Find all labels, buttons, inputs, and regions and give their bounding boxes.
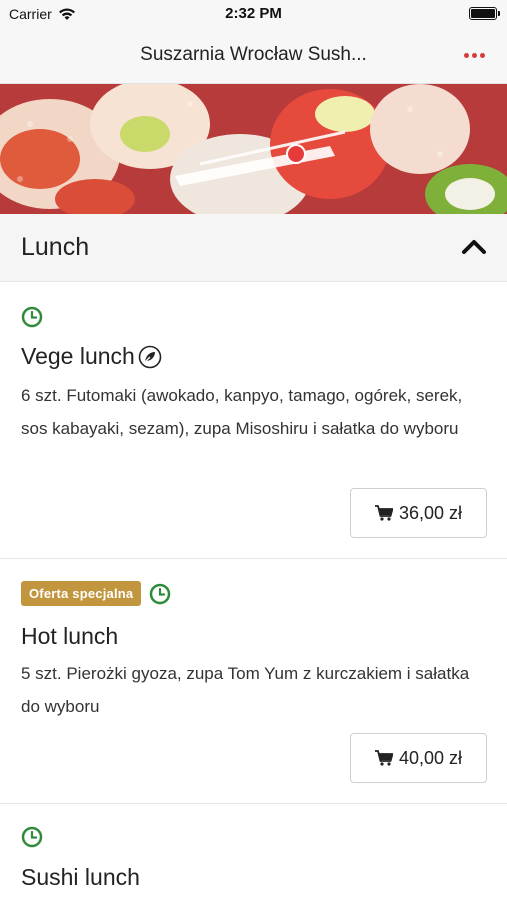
menu-item-description: 6 szt. Futomaki (awokado, kanpyo, tamago… bbox=[21, 386, 463, 438]
cart-icon bbox=[374, 505, 393, 521]
cart-icon bbox=[374, 750, 393, 766]
section-header-lunch[interactable]: Lunch bbox=[0, 214, 507, 282]
page-title: Suszarnia Wrocław Sush... bbox=[140, 44, 367, 65]
add-to-cart-button[interactable]: 40,00 zł bbox=[350, 733, 487, 783]
chevron-up-icon[interactable] bbox=[461, 236, 487, 256]
clock-icon bbox=[21, 306, 43, 328]
clock-icon bbox=[150, 583, 171, 604]
clock-icon bbox=[21, 826, 43, 848]
special-offer-badge: Oferta specjalna bbox=[21, 581, 142, 606]
menu-item[interactable]: Sushi lunch bbox=[0, 804, 507, 900]
menu-item-name: Hot lunch bbox=[21, 623, 118, 650]
status-time: 2:32 PM bbox=[225, 5, 282, 22]
battery-icon bbox=[469, 7, 500, 20]
price-label: 40,00 zł bbox=[398, 747, 463, 768]
section-title: Lunch bbox=[21, 233, 90, 261]
menu-item-name: Sushi lunch bbox=[21, 864, 140, 891]
add-to-cart-button[interactable]: 36,00 zł bbox=[350, 488, 487, 538]
price-label: 36,00 zł bbox=[398, 502, 463, 523]
menu-item-description: 5 szt. Pierożki gyoza, zupa Tom Yum z ku… bbox=[21, 664, 470, 716]
hero-banner bbox=[0, 84, 507, 214]
navigation-bar: Suszarnia Wrocław Sush... bbox=[0, 28, 507, 84]
menu-item[interactable]: Oferta specjalna Hot lunch 5 szt. Pieroż… bbox=[0, 559, 507, 804]
item-title: Vege lunch bbox=[21, 343, 135, 369]
leaf-icon bbox=[138, 345, 162, 368]
menu-item-name: Vege lunch bbox=[21, 343, 162, 370]
item-title: Sushi lunch bbox=[21, 864, 140, 890]
menu-item[interactable]: Vege lunch 6 szt. Futomaki (awokado, kan… bbox=[0, 283, 507, 559]
item-title: Hot lunch bbox=[21, 623, 119, 649]
more-options-icon[interactable] bbox=[464, 53, 485, 58]
hero-image bbox=[0, 84, 507, 214]
status-bar: Carrier 2:32 PM bbox=[0, 0, 507, 28]
